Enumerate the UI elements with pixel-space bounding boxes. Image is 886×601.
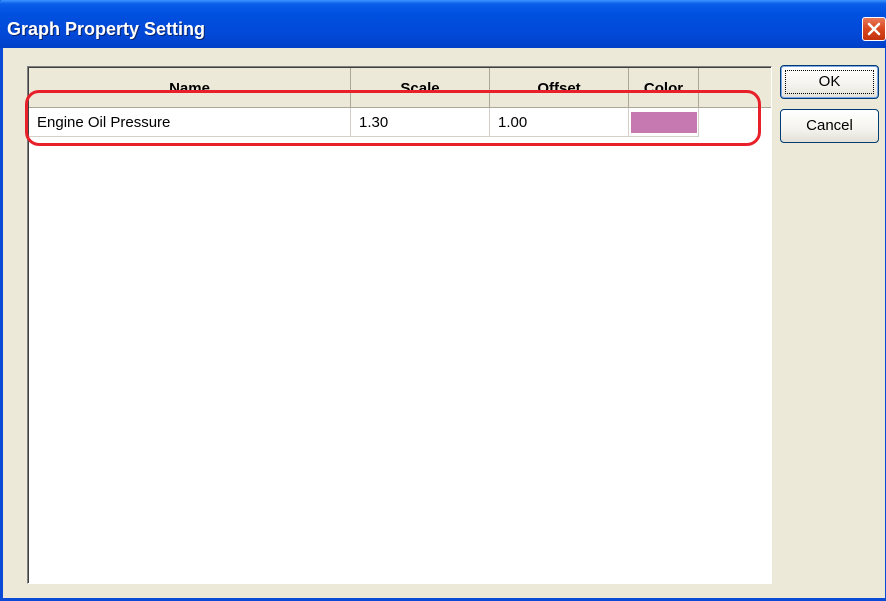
cell-name[interactable]: Engine Oil Pressure [29,108,351,137]
color-swatch[interactable] [631,112,697,133]
column-header-color[interactable]: Color [629,68,699,108]
window-title: Graph Property Setting [7,19,206,39]
close-icon [867,22,881,36]
close-button[interactable] [862,17,886,41]
ok-button[interactable]: OK [780,65,879,99]
title-bar[interactable]: Graph Property Setting [0,0,886,48]
cancel-button[interactable]: Cancel [780,109,879,143]
cell-color[interactable] [629,108,699,137]
focus-rectangle [785,70,874,94]
graph-property-grid[interactable]: Name Scale Offset Color Engine Oil Press… [27,66,772,584]
graph-property-dialog: Graph Property Setting Name Scale Offset… [0,0,886,601]
cell-scale[interactable]: 1.30 [351,108,490,137]
column-header-scale[interactable]: Scale [351,68,490,108]
column-header-name[interactable]: Name [29,68,351,108]
cell-offset[interactable]: 1.00 [490,108,629,137]
column-header-filler [699,68,771,108]
table-row[interactable]: Engine Oil Pressure 1.30 1.00 [29,108,699,137]
cancel-button-label: Cancel [806,117,853,134]
grid-header-row: Name Scale Offset Color [29,68,771,108]
column-header-offset[interactable]: Offset [490,68,629,108]
